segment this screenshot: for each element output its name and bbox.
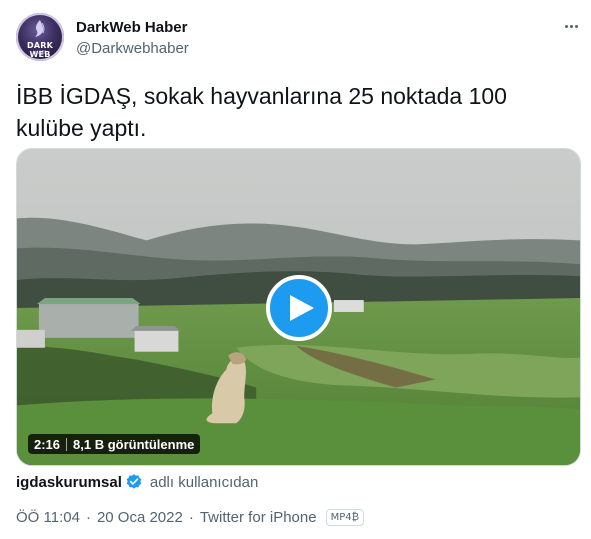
divider bbox=[66, 437, 68, 451]
author-handle[interactable]: @Darkwebhaber bbox=[76, 40, 189, 57]
tweet-time[interactable]: ÖÖ 11:04 bbox=[16, 509, 80, 526]
media-format-badge: MP4₿ bbox=[325, 509, 364, 526]
avatar-logo-sub: HABER bbox=[33, 50, 47, 55]
play-icon bbox=[289, 295, 314, 321]
tweet-text: İBB İGDAŞ, sokak hayvanlarına 25 noktada… bbox=[16, 83, 507, 141]
video-attribution: igdaskurumsal adlı kullanıcıdan bbox=[16, 473, 258, 491]
verified-badge-icon bbox=[126, 474, 142, 489]
more-options-button[interactable] bbox=[560, 18, 582, 34]
video-info-overlay: 2:16 8,1 B görüntülenme bbox=[28, 434, 201, 454]
meta-separator: · bbox=[188, 509, 194, 526]
tweet-client[interactable]: Twitter for iPhone bbox=[200, 509, 317, 526]
video-player[interactable]: 2:16 8,1 B görüntülenme bbox=[16, 148, 581, 466]
more-dots-icon bbox=[564, 24, 568, 28]
play-button[interactable] bbox=[266, 275, 332, 341]
author-name[interactable]: DarkWeb Haber bbox=[76, 19, 187, 36]
tweet-date[interactable]: 20 Oca 2022 bbox=[97, 509, 183, 526]
attribution-suffix: adlı kullanıcıdan bbox=[149, 473, 259, 491]
dark-web-logo-icon bbox=[35, 20, 45, 37]
view-count: 8,1 B görüntülenme bbox=[73, 436, 195, 452]
meta-separator: · bbox=[85, 509, 91, 526]
video-duration: 2:16 bbox=[34, 436, 61, 452]
source-account-link[interactable]: igdaskurumsal bbox=[16, 474, 122, 491]
tweet-meta: ÖÖ 11:04 · 20 Oca 2022 · Twitter for iPh… bbox=[16, 509, 364, 526]
author-avatar[interactable]: DARK WEB HABER bbox=[16, 13, 64, 61]
